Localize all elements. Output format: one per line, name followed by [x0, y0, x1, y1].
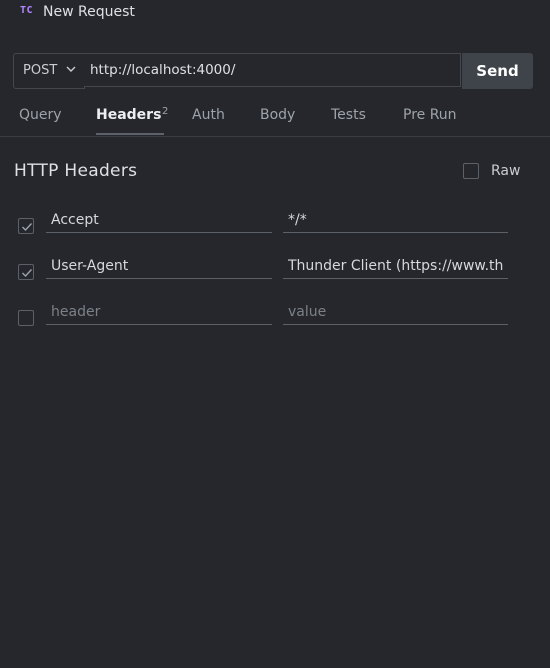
- header-row: [0, 203, 550, 247]
- tab-query[interactable]: Query: [19, 107, 62, 123]
- header-value-input[interactable]: [283, 207, 508, 233]
- header-row: [0, 249, 550, 293]
- header-row-checkbox[interactable]: [18, 218, 34, 234]
- tab-auth[interactable]: Auth: [192, 107, 225, 123]
- tab-pre-run[interactable]: Pre Run: [403, 107, 457, 123]
- url-bar: POST Send: [13, 53, 533, 89]
- title-bar: TC New Request: [0, 0, 550, 26]
- send-button[interactable]: Send: [462, 53, 533, 89]
- header-row-checkbox[interactable]: [18, 310, 34, 326]
- method-label: POST: [23, 63, 58, 78]
- tab-body[interactable]: Body: [260, 107, 295, 123]
- checkmark-icon: [22, 269, 33, 278]
- header-key-input[interactable]: [46, 299, 272, 325]
- header-key-input[interactable]: [46, 253, 272, 279]
- thunder-client-logo: TC: [20, 5, 34, 16]
- header-key-input[interactable]: [46, 207, 272, 233]
- headers-count-badge: 2: [162, 106, 169, 117]
- header-value-input[interactable]: [283, 299, 508, 325]
- header-row-new: [0, 295, 550, 339]
- raw-label: Raw: [491, 163, 521, 179]
- request-title[interactable]: New Request: [43, 4, 135, 20]
- active-tab-indicator: [96, 133, 164, 135]
- tab-tests[interactable]: Tests: [331, 107, 366, 123]
- method-select[interactable]: POST: [13, 53, 85, 89]
- tab-headers[interactable]: Headers: [96, 107, 161, 123]
- chevron-down-icon: [66, 66, 76, 72]
- checkmark-icon: [22, 223, 33, 232]
- raw-checkbox[interactable]: [463, 163, 479, 179]
- url-input[interactable]: [84, 53, 461, 87]
- section-title: HTTP Headers: [14, 161, 138, 181]
- request-tabs: Query Headers 2 Auth Body Tests Pre Run: [0, 96, 550, 137]
- header-value-input[interactable]: [283, 253, 508, 279]
- header-row-checkbox[interactable]: [18, 264, 34, 280]
